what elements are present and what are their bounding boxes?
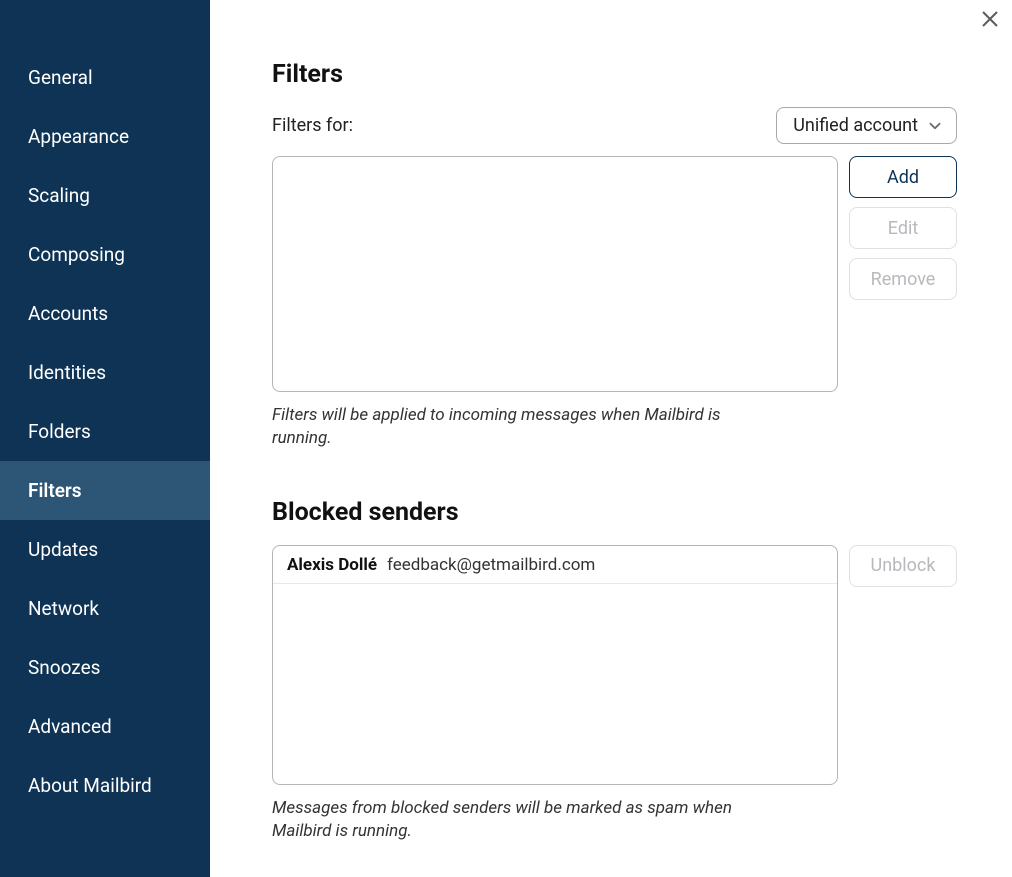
sidebar-item-scaling[interactable]: Scaling [0, 166, 210, 225]
filters-heading: Filters [272, 60, 957, 89]
add-filter-button[interactable]: Add [849, 156, 957, 198]
sidebar-item-advanced[interactable]: Advanced [0, 697, 210, 756]
close-button[interactable] [980, 9, 1000, 29]
sidebar-item-appearance[interactable]: Appearance [0, 107, 210, 166]
remove-filter-button[interactable]: Remove [849, 258, 957, 300]
sidebar-item-network[interactable]: Network [0, 579, 210, 638]
sidebar-item-updates[interactable]: Updates [0, 520, 210, 579]
sidebar-item-snoozes[interactable]: Snoozes [0, 638, 210, 697]
edit-filter-button[interactable]: Edit [849, 207, 957, 249]
filters-actions: Add Edit Remove [849, 156, 957, 300]
filters-list[interactable] [272, 156, 838, 392]
sidebar-item-folders[interactable]: Folders [0, 402, 210, 461]
sidebar-item-composing[interactable]: Composing [0, 225, 210, 284]
blocked-actions: Unblock [849, 545, 957, 587]
sidebar-item-filters[interactable]: Filters [0, 461, 210, 520]
chevron-down-icon [926, 117, 944, 135]
blocked-note: Messages from blocked senders will be ma… [272, 797, 772, 843]
close-icon [982, 11, 998, 27]
blocked-sender-name: Alexis Dollé [287, 555, 377, 575]
filters-for-label: Filters for: [272, 115, 353, 136]
blocked-sender-row[interactable]: Alexis Dollé feedback@getmailbird.com [273, 546, 837, 584]
blocked-senders-heading: Blocked senders [272, 498, 957, 527]
sidebar-item-identities[interactable]: Identities [0, 343, 210, 402]
blocked-senders-list[interactable]: Alexis Dollé feedback@getmailbird.com [272, 545, 838, 785]
blocked-sender-email: feedback@getmailbird.com [387, 555, 595, 575]
filters-account-dropdown[interactable]: Unified account [776, 107, 957, 144]
settings-content: Filters Filters for: Unified account Add… [210, 0, 1012, 877]
sidebar-item-about[interactable]: About Mailbird [0, 756, 210, 815]
sidebar-item-accounts[interactable]: Accounts [0, 284, 210, 343]
filters-note: Filters will be applied to incoming mess… [272, 404, 772, 450]
settings-sidebar: General Appearance Scaling Composing Acc… [0, 0, 210, 877]
dropdown-selected-label: Unified account [793, 115, 918, 136]
unblock-button[interactable]: Unblock [849, 545, 957, 587]
sidebar-item-general[interactable]: General [0, 48, 210, 107]
